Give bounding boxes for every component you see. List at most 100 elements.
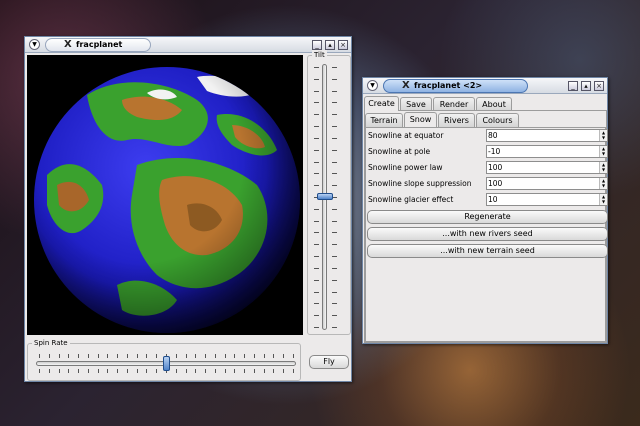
close-icon[interactable]: × [338, 40, 348, 50]
tilt-tick [332, 315, 337, 317]
tilt-tick [314, 185, 319, 187]
snowline-equator-input[interactable] [487, 130, 597, 141]
regenerate-button[interactable]: Regenerate [367, 210, 608, 224]
snowline-slope-spinbox[interactable]: ▲▼ [486, 177, 608, 190]
tilt-frame: Tilt [307, 50, 351, 335]
spin-tick [234, 354, 236, 358]
snowline-pole-label: Snowline at pole [368, 147, 431, 156]
spin-tick [253, 354, 255, 358]
spin-tick [283, 369, 285, 373]
spin-tick [48, 354, 50, 358]
spin-tick [156, 354, 158, 358]
tilt-tick [314, 114, 319, 116]
snowline-power-spinbox[interactable]: ▲▼ [486, 161, 608, 174]
snowline-pole-spinbox[interactable]: ▲▼ [486, 145, 608, 158]
tilt-tick [332, 185, 337, 187]
tilt-tick [332, 137, 337, 139]
maximize-icon[interactable]: ▴ [581, 81, 591, 91]
snowline-glacier-input[interactable] [487, 194, 597, 205]
tilt-tick [332, 291, 337, 293]
spin-tick [87, 369, 89, 373]
spin-tick [224, 369, 226, 373]
main-client: Tilt Spin Rate Fly [25, 50, 351, 381]
spin-up-down-icon[interactable]: ▲ ▼ [599, 130, 607, 141]
window-menu-icon[interactable]: ▼ [29, 39, 40, 50]
tilt-tick [332, 303, 337, 305]
snowline-equator-spinbox[interactable]: ▲▼ [486, 129, 608, 142]
spin-up-down-icon[interactable]: ▲ ▼ [599, 162, 607, 173]
spin-tick [68, 369, 70, 373]
fly-button[interactable]: Fly [309, 355, 349, 369]
spin-tick [175, 354, 177, 358]
tilt-tick [332, 90, 337, 92]
tilt-tick [314, 126, 319, 128]
spin-tick [185, 369, 187, 373]
controls-titlebar[interactable]: ▼ X fracplanet <2> _ ▴ × [363, 78, 607, 94]
spin-tick [224, 354, 226, 358]
main-titlebar[interactable]: ▼ X fracplanet _ ▴ × [25, 37, 351, 53]
minimize-icon[interactable]: _ [568, 81, 578, 91]
tab-save[interactable]: Save [400, 97, 432, 111]
tilt-tick [314, 220, 319, 222]
spin-up-down-icon[interactable]: ▲ ▼ [599, 178, 607, 189]
snowline-pole-input[interactable] [487, 146, 597, 157]
subtab-snow[interactable]: Snow [404, 112, 437, 127]
tilt-tick [332, 244, 337, 246]
subtab-colours[interactable]: Colours [476, 113, 519, 127]
spin-tick [58, 369, 60, 373]
snow-panel: Snowline at equator ▲▼ Snowline at pole … [365, 127, 608, 342]
snowline-slope-input[interactable] [487, 178, 597, 189]
tilt-tick [314, 102, 319, 104]
spin-tick [175, 369, 177, 373]
spin-tick [87, 354, 89, 358]
spin-up-down-icon[interactable]: ▲ ▼ [599, 194, 607, 205]
snowline-glacier-spinbox[interactable]: ▲▼ [486, 193, 608, 206]
tab-create[interactable]: Create [364, 96, 399, 111]
tilt-tick [332, 279, 337, 281]
spin-tick [244, 354, 246, 358]
spin-tick [107, 354, 109, 358]
window-menu-icon[interactable]: ▼ [367, 80, 378, 91]
create-panel: Terrain Snow Rivers Colours Snowline at … [364, 110, 608, 343]
spin-tick [117, 369, 119, 373]
spin-tick [39, 354, 40, 358]
subtab-rivers[interactable]: Rivers [438, 113, 475, 127]
spin-tick [146, 354, 148, 358]
spin-up-down-icon[interactable]: ▲ ▼ [599, 146, 607, 157]
spin-slider-handle[interactable] [163, 356, 170, 371]
snowline-slope-label: Snowline slope suppression [368, 179, 472, 188]
subtab-terrain[interactable]: Terrain [365, 113, 403, 127]
main-title-tab[interactable]: X fracplanet [45, 38, 151, 52]
tilt-tick [332, 114, 337, 116]
maximize-icon[interactable]: ▴ [325, 40, 335, 50]
tilt-tick [314, 315, 319, 317]
tab-about[interactable]: About [476, 97, 512, 111]
x-logo-icon: X [402, 80, 410, 91]
tilt-tick [332, 161, 337, 163]
spin-tick [39, 369, 40, 373]
new-terrain-seed-button[interactable]: ...with new terrain seed [367, 244, 608, 258]
snowline-power-input[interactable] [487, 162, 597, 173]
spin-tick [205, 354, 207, 358]
spin-tick [117, 354, 119, 358]
spin-tick [78, 354, 80, 358]
snowline-equator-label: Snowline at equator [368, 131, 444, 140]
new-rivers-seed-button[interactable]: ...with new rivers seed [367, 227, 608, 241]
spin-tick [273, 369, 275, 373]
tab-render[interactable]: Render [433, 97, 475, 111]
tilt-tick [332, 327, 337, 328]
planet-render [34, 67, 300, 333]
spin-tick [195, 369, 197, 373]
tilt-tick [332, 208, 337, 210]
tilt-slider-handle[interactable] [317, 193, 333, 200]
tilt-tick [314, 256, 319, 258]
spin-tick [107, 369, 109, 373]
controls-title-tab[interactable]: X fracplanet <2> [383, 79, 528, 93]
minimize-icon[interactable]: _ [312, 40, 322, 50]
tilt-tick [314, 137, 319, 139]
spin-rate-label: Spin Rate [32, 338, 70, 348]
spin-tick [205, 369, 207, 373]
spin-tick [185, 354, 187, 358]
close-icon[interactable]: × [594, 81, 604, 91]
planet-viewport[interactable] [27, 55, 303, 335]
